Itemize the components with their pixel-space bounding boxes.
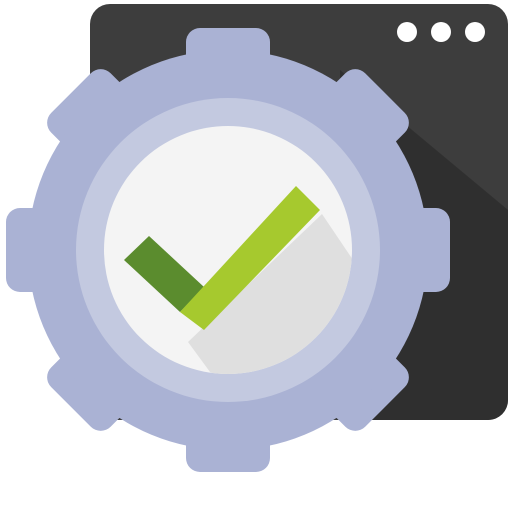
app-icon-graphic (6, 4, 508, 472)
window-dot-1 (397, 22, 417, 42)
window-dots-icon (397, 22, 485, 42)
gear-icon (6, 28, 450, 472)
window-dot-3 (465, 22, 485, 42)
app-icon (0, 0, 512, 512)
window-dot-2 (431, 22, 451, 42)
